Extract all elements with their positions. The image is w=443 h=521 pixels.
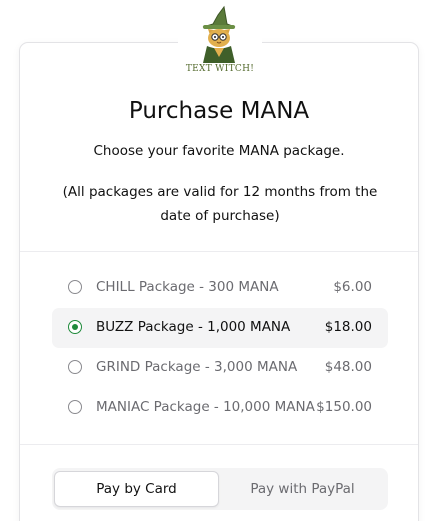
tab-pay-by-card[interactable]: Pay by Card <box>54 471 219 507</box>
package-price: $150.00 <box>316 399 372 415</box>
payment-method-tabs: Pay by Card Pay with PayPal <box>52 468 388 510</box>
radio-button[interactable] <box>68 360 82 374</box>
package-name: CHILL Package - 300 MANA <box>96 279 279 295</box>
logo-wordmark: TEXT WITCH! <box>185 64 255 74</box>
validity-note: (All packages are valid for 12 months fr… <box>62 184 378 224</box>
divider <box>20 251 418 252</box>
page-subtitle: Choose your favorite MANA package. <box>93 143 345 159</box>
package-option-chill[interactable]: CHILL Package - 300 MANA $6.00 <box>52 268 388 308</box>
package-option-buzz[interactable]: BUZZ Package - 1,000 MANA $18.00 <box>52 308 388 348</box>
witch-cat-icon <box>202 5 236 63</box>
package-price: $6.00 <box>333 279 372 295</box>
purchase-mana-page: TEXT WITCH! Purchase MANA Choose your fa… <box>0 0 443 521</box>
divider <box>20 444 418 445</box>
package-name: MANIAC Package - 10,000 MANA <box>96 399 315 415</box>
package-name: GRIND Package - 3,000 MANA <box>96 359 298 375</box>
package-option-maniac[interactable]: MANIAC Package - 10,000 MANA $150.00 <box>52 388 388 428</box>
radio-button[interactable] <box>68 400 82 414</box>
tab-pay-with-paypal[interactable]: Pay with PayPal <box>220 471 385 507</box>
package-price: $48.00 <box>324 359 372 375</box>
page-title: Purchase MANA <box>128 98 310 124</box>
package-option-grind[interactable]: GRIND Package - 3,000 MANA $48.00 <box>52 348 388 388</box>
radio-button-selected[interactable] <box>68 320 82 334</box>
package-price: $18.00 <box>324 319 372 335</box>
package-radio-group: CHILL Package - 300 MANA $6.00 BUZZ Pack… <box>52 268 388 428</box>
app-logo: TEXT WITCH! <box>178 0 262 84</box>
package-name: BUZZ Package - 1,000 MANA <box>96 319 291 335</box>
radio-button[interactable] <box>68 280 82 294</box>
